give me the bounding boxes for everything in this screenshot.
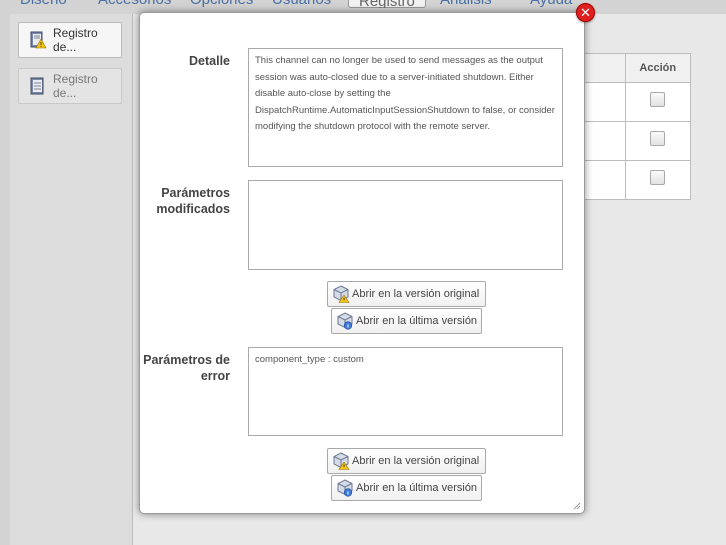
table-row: [584, 121, 691, 161]
cube-info-icon: [337, 479, 353, 497]
log-warning-icon: [30, 31, 47, 49]
detail-label: Detalle: [189, 54, 230, 68]
resize-handle-icon[interactable]: [573, 502, 581, 510]
row-checkbox[interactable]: [650, 131, 666, 146]
open-latest-button-2[interactable]: Abrir en la última versión: [331, 475, 482, 501]
detail-dialog: Detalle This channel can no longer be us…: [139, 12, 585, 514]
tab-accesorios[interactable]: Accesorios: [98, 0, 171, 8]
open-latest-label: Abrir en la última versión: [356, 482, 478, 494]
sidebar-item-log[interactable]: Registro de...: [18, 68, 122, 104]
open-latest-label: Abrir en la última versión: [356, 315, 478, 327]
detail-textarea[interactable]: This channel can no longer be used to se…: [248, 48, 563, 167]
sidebar: Registro de... Registro de...: [10, 14, 132, 545]
sidebar-item-log-warning[interactable]: Registro de...: [18, 22, 122, 58]
open-original-label: Abrir en la versión original: [352, 288, 480, 300]
row-checkbox[interactable]: [650, 170, 666, 185]
cube-info-icon: [337, 312, 353, 330]
table-header-cell: [584, 53, 626, 83]
table-row: [584, 160, 691, 200]
table-header-accion: Acción: [624, 53, 691, 83]
log-table: Acción: [584, 53, 691, 200]
sidebar-item-label: Registro de...: [53, 72, 98, 100]
tab-diseno[interactable]: Diseño: [20, 0, 67, 8]
tab-analisis[interactable]: Análisis: [440, 0, 492, 8]
modified-params-textarea[interactable]: [248, 180, 563, 270]
error-params-textarea[interactable]: component_type : custom: [248, 347, 563, 436]
top-nav: Diseño Accesorios Opciones Usuarios Regi…: [0, 0, 726, 8]
close-icon: ✕: [580, 5, 591, 20]
error-params-label: Parámetros de error: [143, 353, 230, 383]
tab-ayuda[interactable]: Ayuda: [530, 0, 572, 8]
open-original-button[interactable]: Abrir en la versión original: [327, 281, 486, 307]
tab-usuarios[interactable]: Usuarios: [272, 0, 331, 8]
open-latest-button[interactable]: Abrir en la última versión: [331, 308, 482, 334]
tab-opciones[interactable]: Opciones: [190, 0, 253, 8]
log-book-icon: [30, 77, 44, 95]
row-checkbox[interactable]: [650, 92, 666, 107]
open-original-button-2[interactable]: Abrir en la versión original: [327, 448, 486, 474]
close-button[interactable]: ✕: [576, 3, 595, 22]
table-row: [584, 82, 691, 122]
modified-params-label: Parámetros modificados: [156, 186, 230, 216]
sidebar-item-label: Registro de...: [53, 26, 98, 54]
cube-warning-icon: [333, 285, 350, 303]
cube-warning-icon: [333, 452, 350, 470]
open-original-label: Abrir en la versión original: [352, 455, 480, 467]
tab-registro[interactable]: Registro: [348, 0, 426, 8]
